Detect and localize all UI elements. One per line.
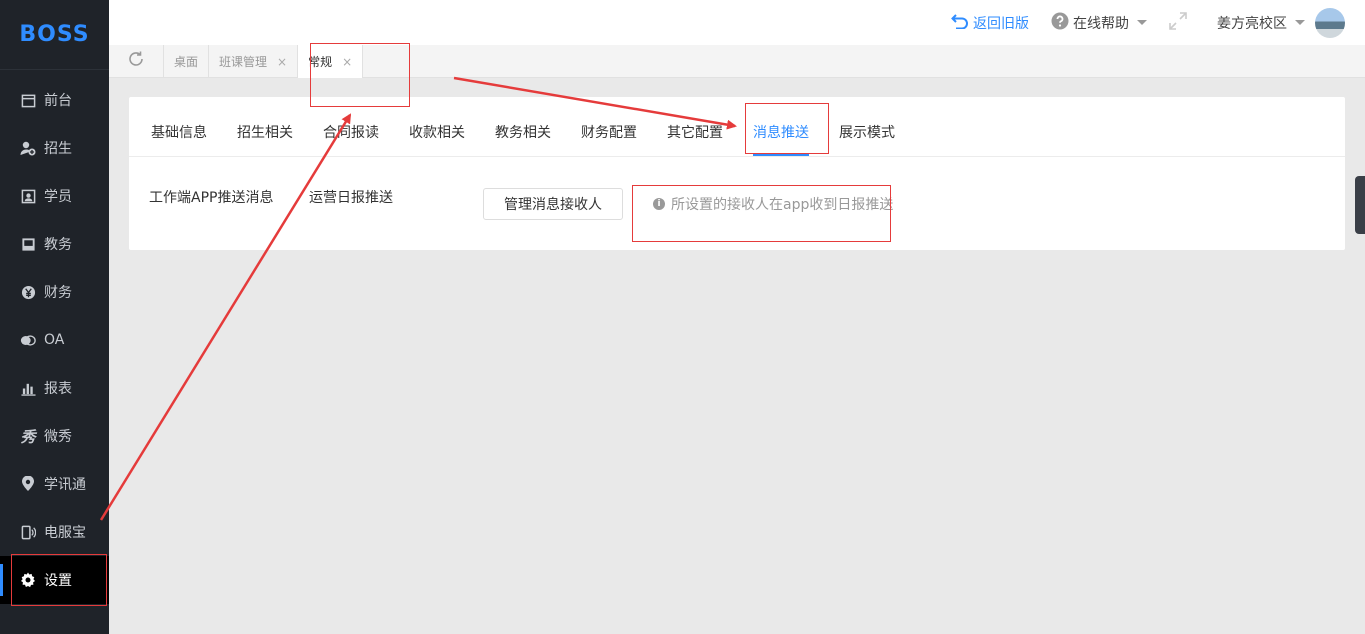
sidebar-item-settings[interactable]: 设置 (0, 556, 109, 604)
sidebar-item-reports[interactable]: 报表 (0, 364, 109, 412)
tab-payment[interactable]: 收款相关 (409, 97, 465, 157)
tab-display-mode[interactable]: 展示模式 (839, 97, 895, 157)
side-widget-handle[interactable] (1355, 176, 1365, 234)
back-to-old-version-label: 返回旧版 (973, 15, 1029, 32)
sidebar-item-label: OA (44, 332, 65, 348)
phone-icon (20, 524, 36, 540)
sidebar-item-label: 前台 (44, 93, 72, 109)
id-card-icon (20, 188, 36, 204)
tab-contract[interactable]: 合同报读 (323, 97, 379, 157)
online-help-label: 在线帮助 (1073, 15, 1129, 32)
tab-basic-info[interactable]: 基础信息 (151, 97, 207, 157)
yen-icon (20, 284, 36, 300)
brand-logo[interactable]: BOSS (0, 0, 109, 70)
sidebar-item-academic[interactable]: 教务 (0, 220, 109, 268)
annotation-arrows (99, 76, 737, 521)
sidebar-item-front-desk[interactable]: 前台 (0, 76, 109, 124)
bar-chart-icon (20, 380, 36, 396)
tab-finance-config[interactable]: 财务配置 (581, 97, 637, 157)
expand-icon (1169, 11, 1187, 34)
sidebar-item-students[interactable]: 学员 (0, 172, 109, 220)
manage-recipients-button[interactable]: 管理消息接收人 (483, 188, 623, 220)
book-icon (20, 236, 36, 252)
page-tab-label: 班课管理 (219, 55, 268, 69)
sidebar-item-finance[interactable]: 财务 (0, 268, 109, 316)
refresh-icon (127, 50, 145, 73)
close-icon[interactable]: × (277, 55, 287, 69)
row-label: 工作端APP推送消息 (149, 190, 274, 206)
page-tab-label: 桌面 (174, 55, 199, 69)
page-tab-class-management[interactable]: 班课管理 × (209, 45, 299, 78)
sidebar: BOSS 前台 招生 学员 教务 财务 OA 报表 秀 微秀 学讯通 电服宝 设… (0, 0, 109, 634)
undo-icon (951, 13, 969, 33)
hint-text: i 所设置的接收人在app收到日报推送 (653, 194, 893, 214)
tab-other-config[interactable]: 其它配置 (667, 97, 723, 157)
online-help-menu[interactable]: 在线帮助 (1051, 12, 1147, 34)
sidebar-item-xuexuntong[interactable]: 学讯通 (0, 460, 109, 508)
settings-tabs: 基础信息 招生相关 合同报读 收款相关 教务相关 财务配置 其它配置 消息推送 … (129, 97, 1345, 157)
chevron-down-icon (1137, 20, 1147, 25)
chat-icon (20, 332, 36, 348)
tab-enrollment[interactable]: 招生相关 (237, 97, 293, 157)
gear-icon (20, 572, 36, 588)
xiu-icon: 秀 (20, 427, 36, 446)
sidebar-item-dianfubao[interactable]: 电服宝 (0, 508, 109, 556)
tab-academic[interactable]: 教务相关 (495, 97, 551, 157)
page-tab-desktop[interactable]: 桌面 (164, 45, 210, 78)
refresh-button[interactable] (109, 45, 164, 78)
avatar[interactable] (1315, 7, 1345, 38)
sidebar-item-label: 财务 (44, 285, 72, 301)
info-icon: i (653, 198, 665, 210)
sidebar-item-enrollment[interactable]: 招生 (0, 124, 109, 172)
page-tab-label: 常规 (308, 55, 333, 69)
hint-label: 所设置的接收人在app收到日报推送 (671, 197, 894, 213)
sidebar-item-label: 学员 (44, 189, 72, 205)
fullscreen-button[interactable] (1169, 11, 1187, 34)
sidebar-item-label: 报表 (44, 381, 72, 397)
tab-message-push[interactable]: 消息推送 (753, 97, 809, 157)
campus-label: 姜方亮校区 (1217, 15, 1287, 32)
sidebar-item-label: 教务 (44, 237, 72, 253)
question-circle-icon (1051, 12, 1069, 34)
top-header: 返回旧版 在线帮助 姜方亮校区 (109, 0, 1365, 45)
daily-report-push-label: 运营日报推送 (309, 190, 393, 206)
location-icon (20, 476, 36, 492)
sidebar-item-label: 电服宝 (44, 525, 86, 541)
user-add-icon (20, 140, 36, 156)
campus-menu[interactable]: 姜方亮校区 (1217, 13, 1305, 33)
close-icon[interactable]: × (342, 55, 352, 69)
back-to-old-version-link[interactable]: 返回旧版 (951, 13, 1029, 33)
sidebar-item-label: 微秀 (44, 429, 72, 445)
page-tab-general[interactable]: 常规 × (298, 45, 364, 78)
sidebar-item-label: 招生 (44, 141, 72, 157)
sidebar-item-weixiu[interactable]: 秀 微秀 (0, 412, 109, 460)
sidebar-item-label: 学讯通 (44, 477, 86, 493)
chevron-down-icon (1295, 20, 1305, 25)
sidebar-item-oa[interactable]: OA (0, 316, 109, 364)
settings-card: 基础信息 招生相关 合同报读 收款相关 教务相关 财务配置 其它配置 消息推送 … (129, 97, 1345, 250)
sidebar-item-label: 设置 (44, 573, 72, 589)
calendar-icon (20, 92, 36, 108)
page-tabs-bar: 桌面 班课管理 × 常规 × (109, 45, 1365, 78)
